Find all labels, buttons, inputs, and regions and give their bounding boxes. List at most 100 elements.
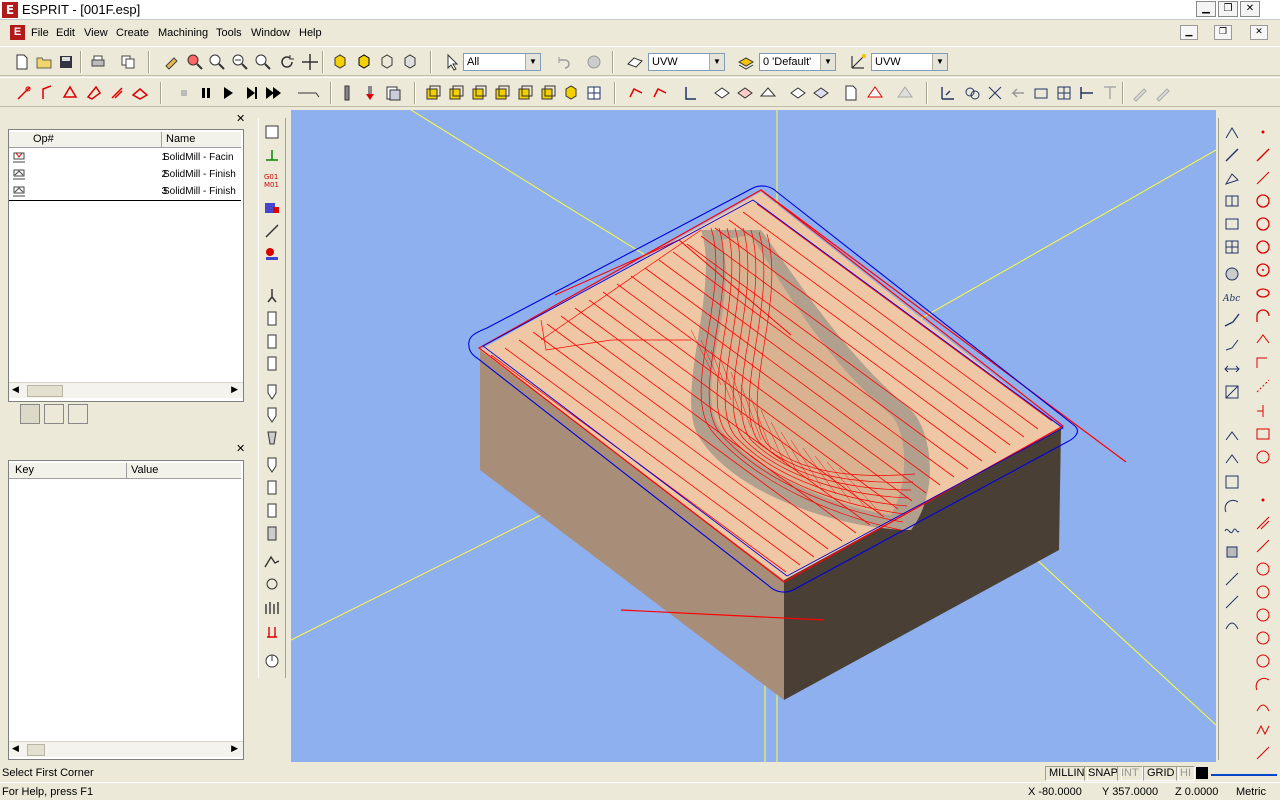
dotted-line-icon[interactable]	[1253, 376, 1273, 396]
create-point-icon[interactable]	[1222, 122, 1242, 142]
op-number-column[interactable]: Op#	[33, 133, 54, 145]
operations-tab-icon[interactable]	[20, 404, 40, 424]
hole-feature-icon[interactable]	[107, 83, 127, 103]
scroll-thumb[interactable]	[27, 385, 63, 397]
solidmill-rough-icon[interactable]	[262, 551, 282, 571]
key-column[interactable]: Key	[15, 464, 34, 476]
arc6-icon[interactable]	[1253, 651, 1273, 671]
restore-button[interactable]: ❐	[1218, 1, 1238, 17]
new-file-icon[interactable]	[12, 52, 32, 72]
operation-row[interactable]: 2 SolidMill - Finish	[9, 166, 237, 183]
fixture-icon[interactable]	[262, 198, 282, 218]
bore-icon[interactable]	[262, 382, 282, 402]
spot-drill-icon[interactable]	[262, 286, 282, 306]
post-process-icon[interactable]	[262, 244, 282, 264]
grid-indicator[interactable]: GRID	[1143, 766, 1179, 781]
feature-stack-icon[interactable]	[1222, 542, 1242, 562]
close-window-button[interactable]: ✕	[1240, 1, 1260, 17]
distance-icon[interactable]	[1222, 359, 1242, 379]
trim-icon[interactable]	[1077, 83, 1097, 103]
helix-icon[interactable]	[1253, 720, 1273, 740]
arc-icon[interactable]	[1253, 306, 1273, 326]
solid-cube-icon[interactable]	[561, 83, 581, 103]
solid-intersect-icon[interactable]	[492, 83, 512, 103]
menu-create[interactable]: Create	[116, 27, 149, 39]
5axis-icon[interactable]	[262, 623, 282, 643]
trim-line-icon[interactable]	[1253, 743, 1273, 763]
circle-icon[interactable]	[1253, 191, 1273, 211]
solid-revolve-icon[interactable]	[538, 83, 558, 103]
vertical-line-icon[interactable]	[1253, 401, 1273, 421]
solid-subtract-icon[interactable]	[469, 83, 489, 103]
sim-fast-forward-icon[interactable]	[264, 83, 284, 103]
menu-machining[interactable]: Machining	[158, 27, 208, 39]
sim-pause-icon[interactable]	[196, 83, 216, 103]
points-grid-icon[interactable]	[985, 83, 1005, 103]
measure-icon[interactable]	[1222, 382, 1242, 402]
operation-row[interactable]: 1 SolidMill - Facin	[9, 149, 237, 166]
mdi-close-button[interactable]: ✕	[1250, 25, 1268, 40]
transform-icon[interactable]	[626, 83, 646, 103]
scroll-thumb[interactable]	[27, 744, 45, 756]
close-operations-icon[interactable]: ✕	[236, 112, 245, 125]
view-plane-select[interactable]: UVW ▼	[871, 53, 948, 71]
hi-indicator[interactable]: HI	[1176, 766, 1195, 781]
circle-center-icon[interactable]	[1253, 260, 1273, 280]
ream-icon[interactable]	[262, 405, 282, 425]
menu-file[interactable]: File	[31, 27, 49, 39]
surface-feature-icon[interactable]	[130, 83, 150, 103]
circle-tangent-icon[interactable]	[1253, 237, 1273, 257]
spline-icon[interactable]	[1222, 310, 1242, 330]
stop-record-icon[interactable]	[584, 52, 604, 72]
extend-icon[interactable]	[1100, 83, 1120, 103]
shaded-edges-icon[interactable]	[354, 52, 374, 72]
layers-icon[interactable]	[736, 52, 756, 72]
surface-sweep-icon[interactable]	[735, 83, 755, 103]
mode-indicator[interactable]: MILLIN	[1045, 766, 1089, 781]
hatch-fill-icon[interactable]	[1222, 264, 1242, 284]
zoom-in-icon[interactable]	[207, 52, 227, 72]
operations-scrollbar[interactable]: ◀ ▶	[9, 382, 243, 398]
tool-path-icon[interactable]	[262, 221, 282, 241]
settings-icon[interactable]	[262, 122, 282, 142]
document-logo-icon[interactable]: E	[10, 25, 25, 40]
mdi-minimize-button[interactable]: ▁	[1180, 25, 1198, 40]
value-column[interactable]: Value	[131, 464, 158, 476]
feature-curve-icon[interactable]	[1222, 615, 1242, 635]
feature-wave-icon[interactable]	[1222, 519, 1242, 539]
zoom-window-icon[interactable]	[185, 52, 205, 72]
documents-tab-icon[interactable]	[68, 404, 88, 424]
shaded-view-icon[interactable]	[330, 52, 350, 72]
hatch-line-icon[interactable]	[1253, 513, 1273, 533]
arc3-icon[interactable]	[1253, 582, 1273, 602]
disabled-edit2-icon[interactable]	[1153, 83, 1173, 103]
line-icon[interactable]	[1253, 145, 1273, 165]
point-icon[interactable]	[1253, 122, 1273, 142]
ellipse-icon[interactable]	[1253, 283, 1273, 303]
open-file-icon[interactable]	[34, 52, 54, 72]
facing-icon[interactable]	[262, 501, 282, 521]
operation-row[interactable]: 3 SolidMill - Finish	[9, 183, 237, 200]
new-document-icon[interactable]	[841, 83, 861, 103]
mill-feature-icon[interactable]	[14, 83, 34, 103]
feature-slope-icon[interactable]	[1222, 592, 1242, 612]
text-icon[interactable]: Abc	[1222, 287, 1242, 307]
disabled-edit-icon[interactable]	[1130, 83, 1150, 103]
feature-slash-icon[interactable]	[1222, 569, 1242, 589]
rectangle-icon[interactable]	[1031, 83, 1051, 103]
gcode-icon[interactable]: G01 M01	[262, 170, 282, 190]
thread-mill-icon[interactable]	[262, 428, 282, 448]
create-table-icon[interactable]	[1222, 237, 1242, 257]
move-view-icon[interactable]	[300, 52, 320, 72]
disabled-tool-icon[interactable]	[895, 83, 915, 103]
sim-speed-icon[interactable]	[296, 83, 322, 103]
arrow-left-icon[interactable]	[1008, 83, 1028, 103]
pan-tool-icon[interactable]	[162, 52, 182, 72]
roughing-icon[interactable]	[262, 524, 282, 544]
save-file-icon[interactable]	[56, 52, 76, 72]
curve-icon[interactable]	[1253, 697, 1273, 717]
tap-icon[interactable]	[262, 354, 282, 374]
tools-tab-icon[interactable]	[44, 404, 64, 424]
contour-icon[interactable]	[262, 455, 282, 475]
hidden-lines-icon[interactable]	[400, 52, 420, 72]
